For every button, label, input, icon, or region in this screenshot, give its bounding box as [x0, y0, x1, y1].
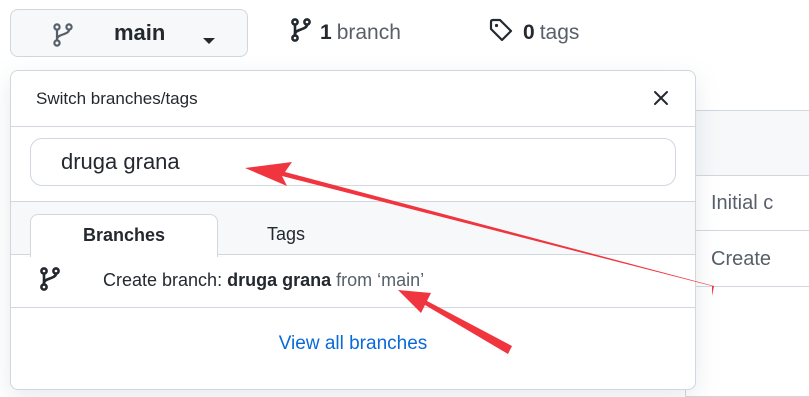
commit-message: Initial c	[711, 192, 774, 214]
tab-label: Tags	[266, 224, 306, 244]
commit-list-panel: Initial c Create	[685, 110, 809, 397]
close-icon[interactable]	[652, 89, 670, 112]
branch-select-button[interactable]: main	[10, 9, 248, 57]
dropdown-title: Switch branches/tags	[36, 89, 198, 108]
create-branch-text: Create branch: druga grana from ‘main’	[103, 270, 424, 291]
branches-label: branch	[336, 21, 401, 44]
commit-message: Create	[711, 248, 772, 270]
view-all-branches-link[interactable]: View all branches	[11, 333, 695, 355]
tab-label: Branches	[82, 225, 166, 245]
create-branch-item[interactable]: Create branch: druga grana from ‘main’	[11, 255, 695, 308]
branches-count: 1	[320, 21, 332, 44]
dropdown-tabs: Branches Tags	[11, 201, 695, 257]
branch-filter-input[interactable]	[30, 138, 676, 186]
current-branch-name: main	[114, 20, 166, 45]
git-branch-icon	[290, 18, 312, 48]
tab-branches[interactable]: Branches	[30, 214, 218, 257]
commit-list-header	[686, 111, 809, 176]
create-branch-source: from ‘main’	[331, 270, 425, 290]
branches-link[interactable]: 1 branch	[290, 18, 401, 48]
git-branch-icon	[51, 23, 75, 52]
create-branch-prefix: Create branch:	[103, 270, 228, 290]
tags-count: 0	[523, 21, 535, 44]
tab-tags[interactable]: Tags	[218, 214, 354, 256]
caret-down-icon	[202, 32, 216, 50]
branch-switch-dropdown: Switch branches/tags Branches Tags Creat…	[10, 70, 696, 390]
git-branch-icon	[39, 267, 61, 296]
tags-link[interactable]: 0 tags	[489, 18, 579, 48]
tag-icon	[489, 18, 515, 48]
commit-row[interactable]: Create	[686, 231, 809, 287]
view-all-branches-label: View all branches	[278, 333, 428, 354]
new-branch-name: druga grana	[227, 270, 332, 290]
dropdown-header: Switch branches/tags	[11, 71, 695, 127]
tags-label: tags	[539, 21, 580, 44]
commit-row[interactable]: Initial c	[686, 175, 809, 231]
